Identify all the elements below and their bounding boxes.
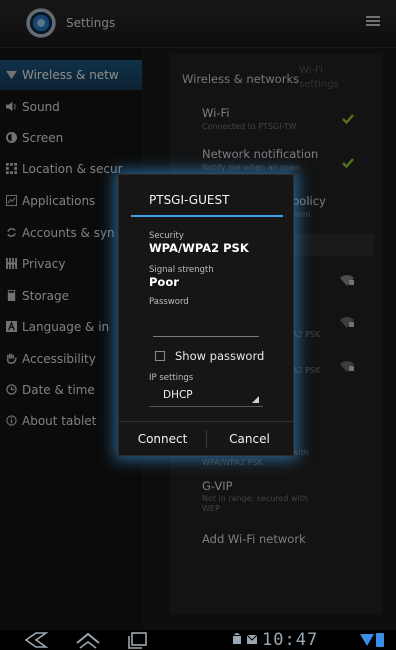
password-input[interactable] [153, 321, 259, 337]
status-clock[interactable]: 10:47 [262, 630, 318, 650]
ip-settings-dropdown[interactable]: DHCP [149, 385, 263, 407]
email-notification-icon[interactable] [246, 631, 258, 647]
ip-settings-label: IP settings [149, 373, 194, 383]
settings-screen: Settings Wireless & netw Sound Screen Lo… [0, 0, 396, 650]
security-value: WPA/WPA2 PSK [149, 241, 249, 255]
home-icon[interactable] [74, 631, 102, 649]
password-label: Password [149, 297, 189, 307]
signal-strength-label: Signal strength [149, 265, 214, 275]
show-password-label[interactable]: Show password [175, 349, 264, 363]
battery-icon [376, 633, 384, 647]
show-password-checkbox[interactable] [155, 351, 165, 361]
connect-button[interactable]: Connect [119, 422, 206, 456]
dialog-button-bar: Connect Cancel [119, 421, 293, 455]
android-notification-icon[interactable] [232, 631, 242, 647]
system-bar: 10:47 [0, 630, 396, 650]
signal-strength-value: Poor [149, 275, 179, 289]
dialog-title-divider [131, 215, 283, 217]
security-label: Security [149, 231, 184, 241]
wifi-connect-dialog: PTSGI-GUEST Security WPA/WPA2 PSK Signal… [118, 174, 294, 456]
recent-apps-icon[interactable] [126, 631, 150, 649]
dialog-title: PTSGI-GUEST [149, 193, 230, 207]
ip-settings-value: DHCP [163, 389, 193, 401]
cancel-button[interactable]: Cancel [206, 422, 293, 456]
wifi-status-icon [360, 634, 374, 646]
back-icon[interactable] [22, 631, 48, 649]
dropdown-arrow-icon [252, 396, 259, 403]
